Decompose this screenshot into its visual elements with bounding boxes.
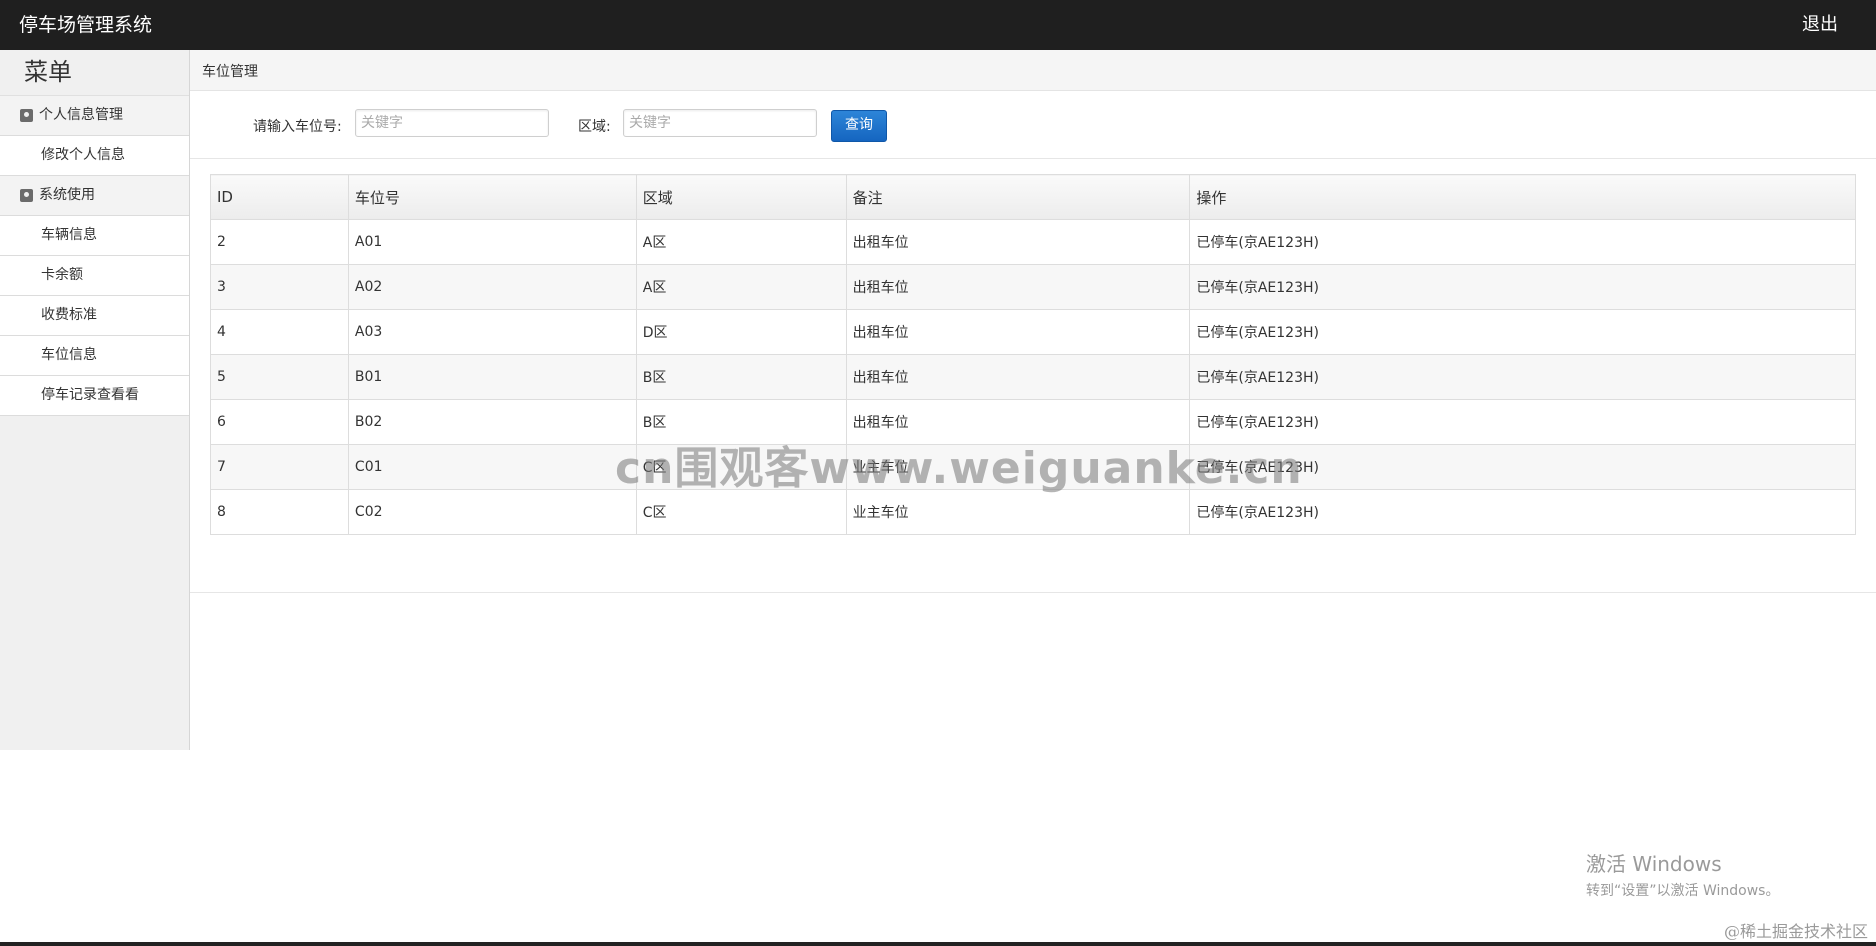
table-row: 7 C01 C区 业主车位 已停车(京AE123H): [210, 444, 1856, 490]
cell-action: 已停车(京AE123H): [1189, 354, 1856, 400]
menu-group-system-use[interactable]: 系统使用: [0, 176, 189, 216]
spot-number-input[interactable]: [355, 109, 549, 137]
cell-area: C区: [635, 489, 847, 535]
breadcrumb-current: 车位管理: [202, 64, 258, 80]
logout-link[interactable]: 退出: [1802, 14, 1838, 36]
cell-remark: 出租车位: [845, 219, 1191, 265]
cell-spot-number: A01: [347, 219, 637, 265]
cell-action: 已停车(京AE123H): [1189, 399, 1856, 445]
cell-spot-number: C01: [347, 444, 637, 490]
cell-id: 2: [210, 219, 349, 265]
parking-spot-table: ID 车位号 区域 备注 操作 2 A01 A区 出租车位 已停车(京AE123…: [210, 174, 1856, 535]
cell-area: B区: [635, 354, 847, 400]
area-input[interactable]: [623, 109, 817, 137]
column-header-id: ID: [210, 174, 349, 220]
area-label: 区域:: [578, 119, 611, 135]
table-row: 8 C02 C区 业主车位 已停车(京AE123H): [210, 489, 1856, 535]
sidebar-item-edit-profile[interactable]: 修改个人信息: [0, 136, 189, 176]
column-header-remark: 备注: [845, 174, 1191, 220]
cell-id: 6: [210, 399, 349, 445]
cell-spot-number: A03: [347, 309, 637, 355]
cell-remark: 出租车位: [845, 399, 1191, 445]
cell-remark: 业主车位: [845, 444, 1191, 490]
cell-spot-number: A02: [347, 264, 637, 310]
table-header-row: ID 车位号 区域 备注 操作: [210, 174, 1856, 220]
breadcrumb: 车位管理: [190, 50, 1876, 91]
cell-remark: 业主车位: [845, 489, 1191, 535]
cell-id: 5: [210, 354, 349, 400]
cell-area: C区: [635, 444, 847, 490]
cell-area: A区: [635, 264, 847, 310]
user-icon: [20, 189, 33, 202]
column-header-area: 区域: [635, 174, 847, 220]
cell-id: 3: [210, 264, 349, 310]
cell-remark: 出租车位: [845, 354, 1191, 400]
menu-group-label: 系统使用: [39, 187, 95, 203]
cell-remark: 出租车位: [845, 309, 1191, 355]
table-row: 5 B01 B区 出租车位 已停车(京AE123H): [210, 354, 1856, 400]
top-navbar: 停车场管理系统 退出: [0, 0, 1876, 50]
cell-area: A区: [635, 219, 847, 265]
windows-activation-notice: 激活 Windows 转到“设置”以激活 Windows。: [1586, 848, 1779, 900]
menu-title: 菜单: [0, 50, 189, 96]
search-form: 请输入车位号: 区域: 查询: [190, 91, 1876, 159]
cell-spot-number: B01: [347, 354, 637, 400]
menu-group-label: 个人信息管理: [39, 107, 123, 123]
taskbar-edge: [0, 942, 1876, 946]
spot-number-label: 请输入车位号:: [253, 119, 342, 135]
sidebar: 菜单 个人信息管理 修改个人信息 系统使用 车辆信息 卡余额 收费标准 车位信息…: [0, 50, 190, 750]
cell-action: 已停车(京AE123H): [1189, 444, 1856, 490]
cell-spot-number: C02: [347, 489, 637, 535]
cell-remark: 出租车位: [845, 264, 1191, 310]
cell-area: D区: [635, 309, 847, 355]
cell-id: 4: [210, 309, 349, 355]
column-header-spot-number: 车位号: [347, 174, 637, 220]
table-row: 4 A03 D区 出租车位 已停车(京AE123H): [210, 309, 1856, 355]
cell-spot-number: B02: [347, 399, 637, 445]
cell-action: 已停车(京AE123H): [1189, 489, 1856, 535]
cell-action: 已停车(京AE123H): [1189, 219, 1856, 265]
sidebar-item-parking-spot-info[interactable]: 车位信息: [0, 336, 189, 376]
table-row: 6 B02 B区 出租车位 已停车(京AE123H): [210, 399, 1856, 445]
cell-id: 7: [210, 444, 349, 490]
sidebar-item-fee-standard[interactable]: 收费标准: [0, 296, 189, 336]
cell-area: B区: [635, 399, 847, 445]
cell-id: 8: [210, 489, 349, 535]
sidebar-item-parking-records[interactable]: 停车记录查看看: [0, 376, 189, 416]
sidebar-item-card-balance[interactable]: 卡余额: [0, 256, 189, 296]
cell-action: 已停车(京AE123H): [1189, 309, 1856, 355]
cell-action: 已停车(京AE123H): [1189, 264, 1856, 310]
app-title: 停车场管理系统: [19, 14, 153, 36]
content-divider: [190, 592, 1876, 593]
column-header-action: 操作: [1189, 174, 1856, 220]
table-row: 2 A01 A区 出租车位 已停车(京AE123H): [210, 219, 1856, 265]
juejin-watermark: @稀土掘金技术社区: [1723, 922, 1868, 941]
query-button[interactable]: 查询: [831, 110, 887, 142]
menu-group-personal-info[interactable]: 个人信息管理: [0, 96, 189, 136]
activation-subtitle: 转到“设置”以激活 Windows。: [1586, 883, 1780, 899]
activation-title: 激活 Windows: [1586, 852, 1722, 876]
sidebar-item-vehicle-info[interactable]: 车辆信息: [0, 216, 189, 256]
table-row: 3 A02 A区 出租车位 已停车(京AE123H): [210, 264, 1856, 310]
user-icon: [20, 109, 33, 122]
